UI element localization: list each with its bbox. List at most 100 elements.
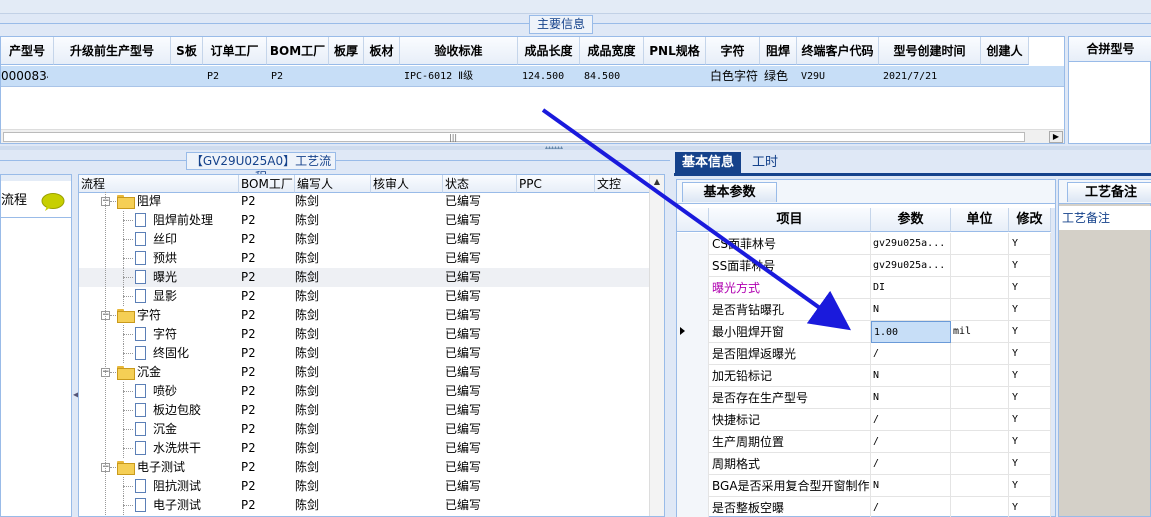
table-row[interactable]: 曝光方式 DI Y (677, 277, 1051, 299)
param-unit[interactable] (951, 475, 1009, 497)
param-value[interactable]: 1.00 (871, 321, 951, 343)
column-header[interactable]: 型号创建时间 (879, 37, 981, 65)
table-cell[interactable]: 白色字符 (710, 66, 758, 87)
column-header[interactable]: BOM工厂 (239, 175, 295, 193)
collapse-left-icon[interactable]: ◀ (73, 390, 79, 404)
column-header[interactable]: 编写人 (295, 175, 371, 193)
param-unit[interactable] (951, 343, 1009, 365)
table-row[interactable]: SS面菲林号 gv29u025a... Y (677, 255, 1051, 277)
table-cell[interactable] (648, 66, 704, 87)
table-row[interactable]: 是否背钻曝孔 N Y (677, 299, 1051, 321)
scroll-right-icon[interactable]: ▶ (1049, 131, 1063, 143)
param-unit[interactable] (951, 387, 1009, 409)
column-header[interactable]: 核审人 (371, 175, 443, 193)
param-modify[interactable]: Y (1009, 475, 1051, 497)
column-header[interactable]: 板厚 (329, 37, 364, 65)
param-value[interactable]: gv29u025a... (871, 255, 951, 277)
list-item[interactable]: − 电子测试 P2 陈剑 已编写 (79, 458, 650, 477)
table-cell[interactable] (985, 66, 1027, 87)
table-row[interactable]: 00008343 P2 P2 IPC-6012 Ⅱ级 124.500 84.500 白色字符… (1, 66, 1064, 87)
table-cell[interactable]: 84.500 (584, 66, 642, 87)
param-modify[interactable]: Y (1009, 233, 1051, 255)
column-header[interactable]: 修改 (1009, 208, 1051, 232)
table-row[interactable]: 加无铅标记 N Y (677, 365, 1051, 387)
column-header[interactable]: 单位 (951, 208, 1009, 232)
table-row[interactable]: 生产周期位置 / Y (677, 431, 1051, 453)
table-row[interactable]: 周期格式 / Y (677, 453, 1051, 475)
scrollbar-thumb[interactable]: ||| (3, 132, 1025, 142)
column-header[interactable]: 阻焊 (760, 37, 797, 65)
param-unit[interactable] (951, 497, 1009, 517)
param-value[interactable]: / (871, 409, 951, 431)
table-row[interactable]: 是否存在生产型号 N Y (677, 387, 1051, 409)
list-item[interactable]: 电子测试 P2 陈剑 已编写 (79, 496, 650, 515)
param-unit[interactable] (951, 453, 1009, 475)
column-header[interactable]: 订单工厂 (203, 37, 267, 65)
param-value[interactable]: N (871, 299, 951, 321)
param-value[interactable]: DI (871, 277, 951, 299)
param-modify[interactable]: Y (1009, 497, 1051, 517)
column-header[interactable]: BOM工厂 (267, 37, 329, 65)
param-modify[interactable]: Y (1009, 453, 1051, 475)
tab-basic-params[interactable]: 基本参数 (682, 182, 777, 202)
column-header[interactable]: 验收标准 (400, 37, 518, 65)
list-item[interactable]: 沉金 P2 陈剑 已编写 (79, 420, 650, 439)
table-cell[interactable]: 124.500 (522, 66, 578, 87)
param-modify[interactable]: Y (1009, 321, 1051, 343)
column-header[interactable]: 产型号 (1, 37, 54, 65)
param-value[interactable]: N (871, 387, 951, 409)
table-row[interactable]: 是否整板空曝 / Y (677, 497, 1051, 517)
tab-process-notes[interactable]: 工艺备注 (1067, 182, 1151, 202)
column-header[interactable]: 成品长度 (518, 37, 580, 65)
table-cell[interactable]: IPC-6012 Ⅱ级 (404, 66, 516, 87)
column-header[interactable]: S板 (171, 37, 203, 65)
param-modify[interactable]: Y (1009, 277, 1051, 299)
table-cell[interactable] (58, 66, 169, 87)
table-cell[interactable]: P2 (207, 66, 265, 87)
table-cell[interactable]: 绿色 (764, 66, 795, 87)
table-cell[interactable]: 00008343 (1, 66, 48, 87)
list-item[interactable]: − 阻焊 P2 陈剑 已编写 (79, 192, 650, 211)
tab-basic-info[interactable]: 基本信息 (675, 152, 741, 174)
splitter-grip-icon[interactable]: ▴▴▴▴▴▴ (529, 145, 579, 151)
list-item[interactable]: 阻焊前处理 P2 陈剑 已编写 (79, 211, 650, 230)
param-modify[interactable]: Y (1009, 387, 1051, 409)
list-item[interactable]: − 字符 P2 陈剑 已编写 (79, 306, 650, 325)
table-cell[interactable]: V29U (801, 66, 877, 87)
param-value[interactable]: / (871, 453, 951, 475)
param-unit[interactable] (951, 365, 1009, 387)
list-item[interactable]: − 沉金 P2 陈剑 已编写 (79, 363, 650, 382)
scroll-up-icon[interactable]: ▲ (652, 177, 662, 187)
list-item[interactable]: 曝光 P2 陈剑 已编写 (79, 268, 650, 287)
list-item[interactable]: 预烘 P2 陈剑 已编写 (79, 249, 650, 268)
chat-bubble-icon[interactable] (41, 193, 65, 211)
table-row[interactable]: BGA是否采用复合型开窗制作 N Y (677, 475, 1051, 497)
param-unit[interactable] (951, 431, 1009, 453)
column-header[interactable]: 成品宽度 (580, 37, 644, 65)
model-grid[interactable]: 产型号 升级前生产型号 S板 订单工厂 BOM工厂 板厚 板材 验收标准 成品长度 成品宽度 PNL… (0, 36, 1065, 144)
column-header[interactable]: PPC (517, 175, 595, 193)
table-cell[interactable] (333, 66, 362, 87)
vertical-scrollbar[interactable]: ▲ (649, 175, 664, 516)
table-cell[interactable]: 2021/7/21 (883, 66, 979, 87)
param-unit[interactable] (951, 409, 1009, 431)
param-modify[interactable]: Y (1009, 431, 1051, 453)
list-item[interactable]: 喷砂 P2 陈剑 已编写 (79, 382, 650, 401)
table-cell[interactable] (175, 66, 201, 87)
column-header[interactable]: 字符 (706, 37, 760, 65)
table-row[interactable]: CS面菲林号 gv29u025a... Y (677, 233, 1051, 255)
param-value[interactable]: / (871, 343, 951, 365)
param-modify[interactable]: Y (1009, 343, 1051, 365)
param-modify[interactable]: Y (1009, 365, 1051, 387)
param-unit[interactable] (951, 255, 1009, 277)
column-header[interactable]: 状态 (443, 175, 517, 193)
column-header[interactable]: 项目 (709, 208, 871, 232)
list-item[interactable]: 板边包胶 P2 陈剑 已编写 (79, 401, 650, 420)
param-modify[interactable]: Y (1009, 299, 1051, 321)
param-value[interactable]: N (871, 475, 951, 497)
column-header[interactable]: 升级前生产型号 (54, 37, 171, 65)
param-unit[interactable] (951, 277, 1009, 299)
table-cell[interactable]: P2 (271, 66, 327, 87)
table-row[interactable]: 是否阻焊返曝光 / Y (677, 343, 1051, 365)
param-modify[interactable]: Y (1009, 409, 1051, 431)
